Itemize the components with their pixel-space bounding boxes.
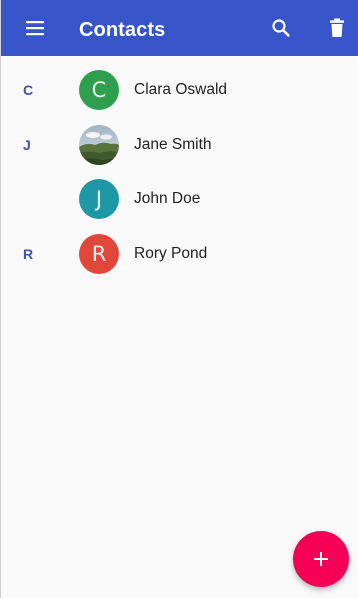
contact-name: Clara Oswald (134, 81, 228, 99)
avatar-photo (79, 124, 119, 165)
avatar: C (79, 70, 119, 111)
add-contact-button[interactable] (293, 531, 349, 587)
contact-row[interactable]: J Jane Smith (1, 118, 358, 173)
contact-name: John Doe (134, 190, 201, 208)
contact-row[interactable]: R R Rory Pond (1, 227, 358, 282)
contacts-screen: Contacts C C Clara Oswald J Jane Smith J… (0, 0, 358, 598)
menu-icon (26, 21, 44, 36)
avatar-initial: R (91, 241, 107, 266)
page-title: Contacts (79, 19, 166, 41)
trash-icon (330, 18, 344, 37)
section-letter: R (23, 245, 34, 262)
search-button[interactable] (261, 0, 301, 56)
contact-row[interactable]: C C Clara Oswald (1, 63, 358, 118)
contact-name: Jane Smith (134, 135, 212, 153)
contact-list: C C Clara Oswald J Jane Smith J John Doe… (1, 56, 358, 281)
search-icon (272, 19, 290, 37)
avatar-initial: C (91, 78, 107, 103)
avatar: J (79, 179, 119, 220)
landscape-photo-icon (79, 124, 119, 165)
section-letter: C (23, 82, 34, 99)
section-letter: J (23, 136, 31, 153)
menu-button[interactable] (15, 0, 55, 56)
delete-button[interactable] (317, 0, 357, 56)
avatar-initial: J (95, 187, 103, 212)
avatar: R (79, 233, 119, 274)
plus-icon (314, 552, 328, 566)
contact-name: Rory Pond (134, 244, 208, 262)
contact-row[interactable]: J John Doe (1, 172, 358, 227)
app-bar: Contacts (1, 0, 358, 56)
